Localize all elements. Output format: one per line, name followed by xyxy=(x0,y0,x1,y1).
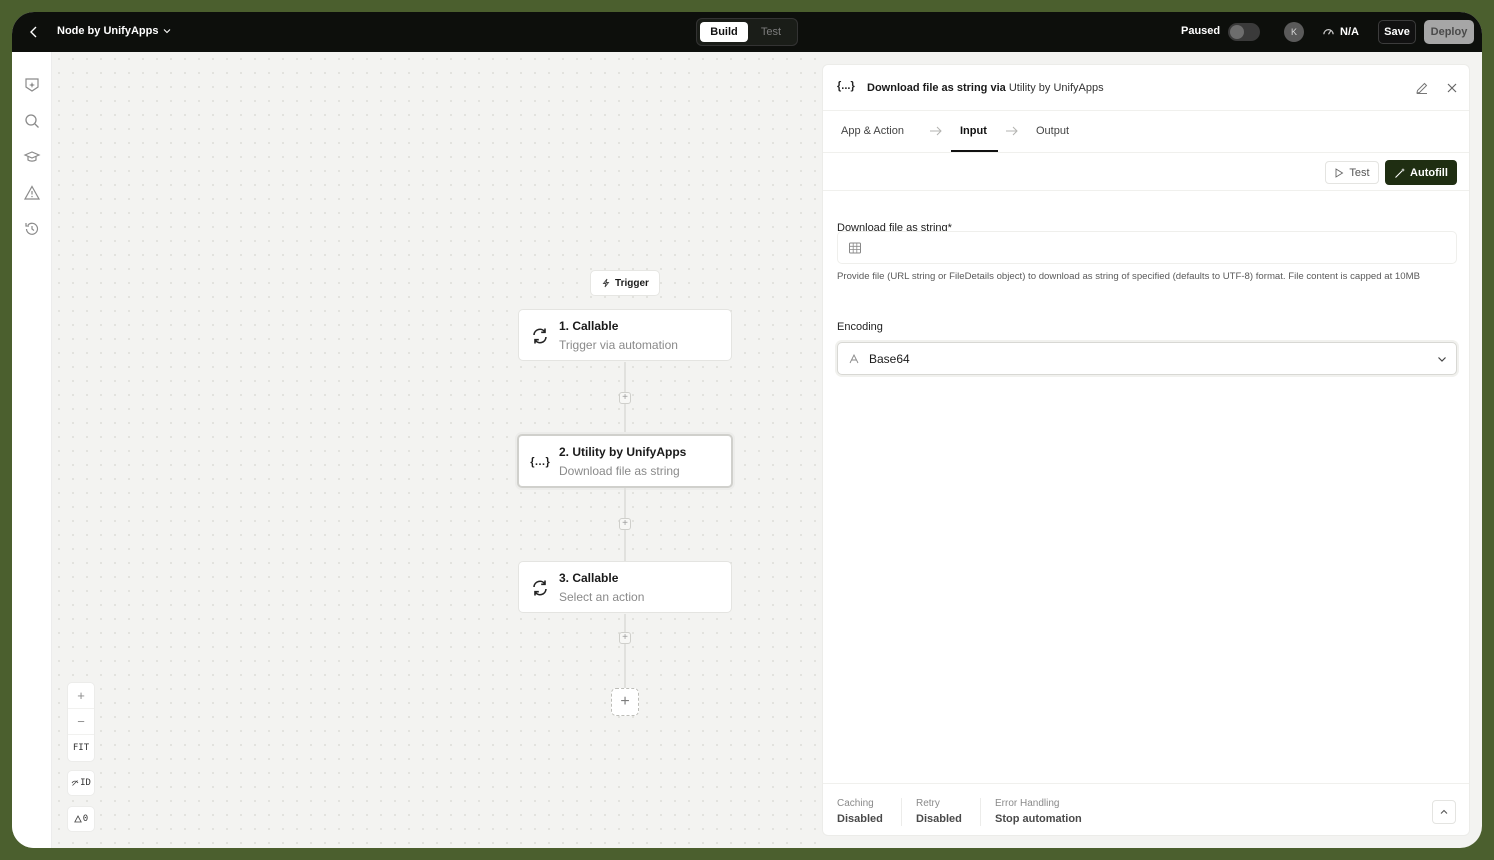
panel-footer: Caching Disabled Retry Disabled Error Ha… xyxy=(823,783,1469,836)
save-button[interactable]: Save xyxy=(1378,20,1416,44)
error-handling-label: Error Handling xyxy=(995,798,1060,809)
left-rail xyxy=(12,52,52,848)
panel-title-action: Download file as string via xyxy=(867,82,1006,94)
deploy-button[interactable]: Deploy xyxy=(1424,20,1474,44)
caching-value: Disabled xyxy=(837,813,883,825)
toggle-ids-button[interactable]: ID xyxy=(67,770,95,796)
status-value: N/A xyxy=(1340,25,1359,38)
refresh-icon xyxy=(529,577,551,599)
app-name-dropdown[interactable]: Node by UnifyApps xyxy=(57,25,172,37)
build-mode-button[interactable]: Build xyxy=(700,22,748,42)
app-window: Node by UnifyApps Build Test Paused K N/… xyxy=(12,12,1482,848)
panel-title-app: Utility by UnifyApps xyxy=(1008,82,1104,94)
node-subtitle: Download file as string xyxy=(559,464,680,478)
panel-actions: Test Autofill xyxy=(823,153,1469,191)
close-icon[interactable] xyxy=(1445,81,1459,95)
magic-wand-icon xyxy=(1395,167,1406,178)
workflow-node-3[interactable]: 3. Callable Select an action xyxy=(518,561,732,613)
caching-setting[interactable]: Caching Disabled xyxy=(837,798,883,825)
warning-count: 0 xyxy=(82,814,89,824)
refresh-icon xyxy=(529,325,551,347)
retry-value: Disabled xyxy=(916,813,962,825)
zoom-in-button[interactable]: + xyxy=(68,683,94,709)
divider xyxy=(901,798,902,826)
warning-icon xyxy=(73,815,82,823)
table-icon xyxy=(849,242,861,254)
panel-title: Download file as string via Utility by U… xyxy=(867,82,1104,94)
tab-app-action[interactable]: App & Action xyxy=(841,125,904,137)
workflow-node-2[interactable]: {…} 2. Utility by UnifyApps Download fil… xyxy=(517,434,733,488)
download-field-help: Provide file (URL string or FileDetails … xyxy=(837,271,1420,282)
panel-tabs: App & Action Input Output xyxy=(823,111,1469,153)
lightning-icon xyxy=(602,278,610,288)
download-file-input[interactable] xyxy=(837,231,1457,264)
chevron-up-icon xyxy=(1440,809,1448,814)
autofill-button[interactable]: Autofill xyxy=(1385,160,1457,185)
chevron-down-icon xyxy=(164,29,171,34)
app-name-label: Node by UnifyApps xyxy=(57,25,159,37)
expand-footer-button[interactable] xyxy=(1432,800,1456,824)
gauge-icon xyxy=(1323,29,1334,35)
retry-setting[interactable]: Retry Disabled xyxy=(916,798,962,825)
node-subtitle: Select an action xyxy=(559,590,645,604)
caching-label: Caching xyxy=(837,798,874,809)
divider xyxy=(980,798,981,826)
history-icon[interactable] xyxy=(23,220,41,238)
paused-toggle[interactable] xyxy=(1228,23,1260,41)
encoding-value: Base64 xyxy=(869,352,910,366)
pencil-icon[interactable] xyxy=(1415,81,1429,95)
user-avatar[interactable]: K xyxy=(1284,22,1304,42)
connector-line xyxy=(624,614,626,688)
step-config-panel: {...} Download file as string via Utilit… xyxy=(822,64,1470,836)
active-tab-indicator xyxy=(951,150,998,152)
play-icon xyxy=(1335,167,1344,178)
workflow-node-1[interactable]: 1. Callable Trigger via automation xyxy=(518,309,732,361)
encoding-select[interactable]: Base64 xyxy=(837,342,1457,375)
zoom-controls: + − FIT xyxy=(67,682,95,762)
toggle-knob xyxy=(1230,25,1244,39)
panel-header: {...} Download file as string via Utilit… xyxy=(823,65,1469,111)
tab-input[interactable]: Input xyxy=(960,125,987,137)
autofill-label: Autofill xyxy=(1410,166,1448,179)
node-subtitle: Trigger via automation xyxy=(559,338,678,352)
sparkle-shield-icon[interactable] xyxy=(23,76,41,94)
paused-label: Paused xyxy=(1181,25,1221,37)
chevron-down-icon xyxy=(1438,357,1446,362)
encoding-field-label: Encoding xyxy=(837,321,883,333)
back-arrow-icon[interactable] xyxy=(26,24,42,40)
trigger-label: Trigger xyxy=(615,277,649,289)
mode-switcher: Build Test xyxy=(696,18,798,46)
braces-icon: {…} xyxy=(530,456,550,468)
test-mode-button[interactable]: Test xyxy=(748,22,794,42)
fit-view-button[interactable]: FIT xyxy=(68,735,94,761)
node-title: 3. Callable xyxy=(559,571,619,585)
retry-label: Retry xyxy=(916,798,940,809)
workflow-canvas[interactable]: Trigger 1. Callable Trigger via automati… xyxy=(52,52,822,848)
text-type-icon xyxy=(849,353,859,364)
tab-output[interactable]: Output xyxy=(1036,125,1069,137)
add-final-step-button[interactable]: + xyxy=(611,688,639,716)
arrow-right-icon xyxy=(1006,126,1018,136)
id-chip-label: ID xyxy=(80,778,91,788)
braces-icon: {...} xyxy=(837,80,855,92)
error-handling-value: Stop automation xyxy=(995,813,1082,825)
test-label: Test xyxy=(1349,166,1370,179)
add-step-button[interactable]: + xyxy=(619,392,631,404)
top-bar: Node by UnifyApps Build Test Paused K N/… xyxy=(12,12,1482,52)
eye-slash-icon xyxy=(71,780,79,786)
node-title: 2. Utility by UnifyApps xyxy=(559,445,687,459)
add-step-button[interactable]: + xyxy=(619,518,631,530)
node-title: 1. Callable xyxy=(559,319,619,333)
warnings-button[interactable]: 0 xyxy=(67,806,95,832)
warning-icon[interactable] xyxy=(23,184,41,202)
status-indicator[interactable]: N/A xyxy=(1322,25,1359,38)
error-handling-setting[interactable]: Error Handling Stop automation xyxy=(995,798,1082,825)
graduation-cap-icon[interactable] xyxy=(23,148,41,166)
trigger-chip[interactable]: Trigger xyxy=(590,270,660,296)
search-icon[interactable] xyxy=(23,112,41,130)
zoom-out-button[interactable]: − xyxy=(68,709,94,735)
test-step-button[interactable]: Test xyxy=(1325,161,1379,184)
add-step-button[interactable]: + xyxy=(619,632,631,644)
arrow-right-icon xyxy=(930,126,942,136)
